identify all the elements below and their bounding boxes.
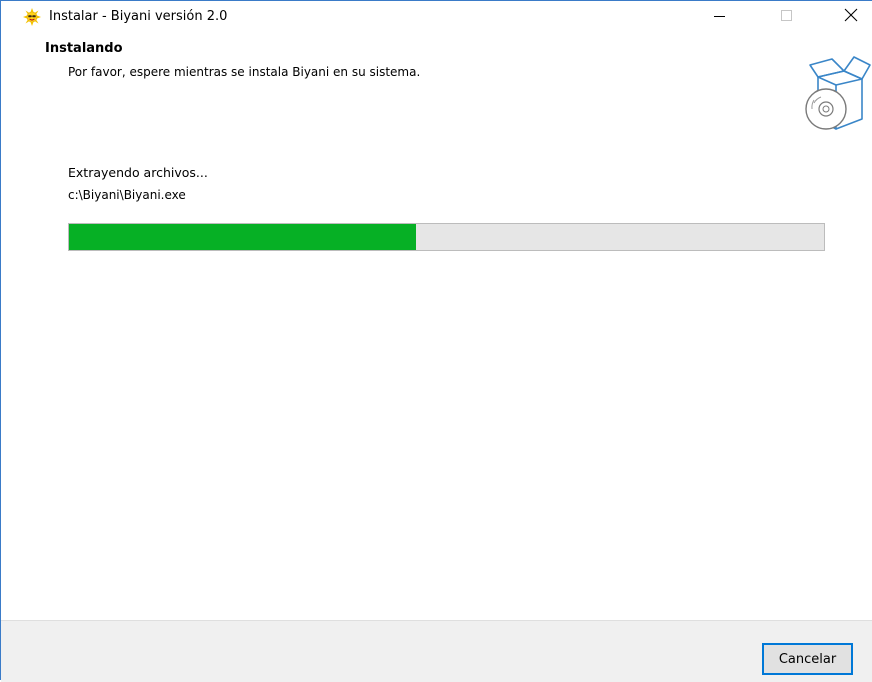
maximize-icon <box>781 7 793 26</box>
status-label: Extrayendo archivos... <box>68 165 208 180</box>
current-file-path: c:\Biyani\Biyani.exe <box>68 188 186 202</box>
progress-bar <box>68 223 825 251</box>
title-bar[interactable]: Instalar - Biyani versión 2.0 <box>1 1 872 32</box>
page-title: Instalando <box>45 41 123 56</box>
close-icon <box>844 7 858 26</box>
cancel-button[interactable]: Cancelar <box>762 643 853 675</box>
maximize-button <box>765 1 809 32</box>
sun-app-icon <box>23 8 41 26</box>
close-button[interactable] <box>829 1 872 32</box>
footer-panel <box>1 620 872 682</box>
minimize-icon <box>714 7 726 26</box>
page-subtitle: Por favor, espere mientras se instala Bi… <box>68 65 421 79</box>
install-box-icon <box>802 55 872 135</box>
progress-fill <box>69 224 417 250</box>
window-title: Instalar - Biyani versión 2.0 <box>49 9 228 24</box>
installer-window: Instalar - Biyani versión 2.0 Instalando… <box>0 0 872 682</box>
minimize-button[interactable] <box>698 1 742 32</box>
wizard-header <box>1 32 872 147</box>
